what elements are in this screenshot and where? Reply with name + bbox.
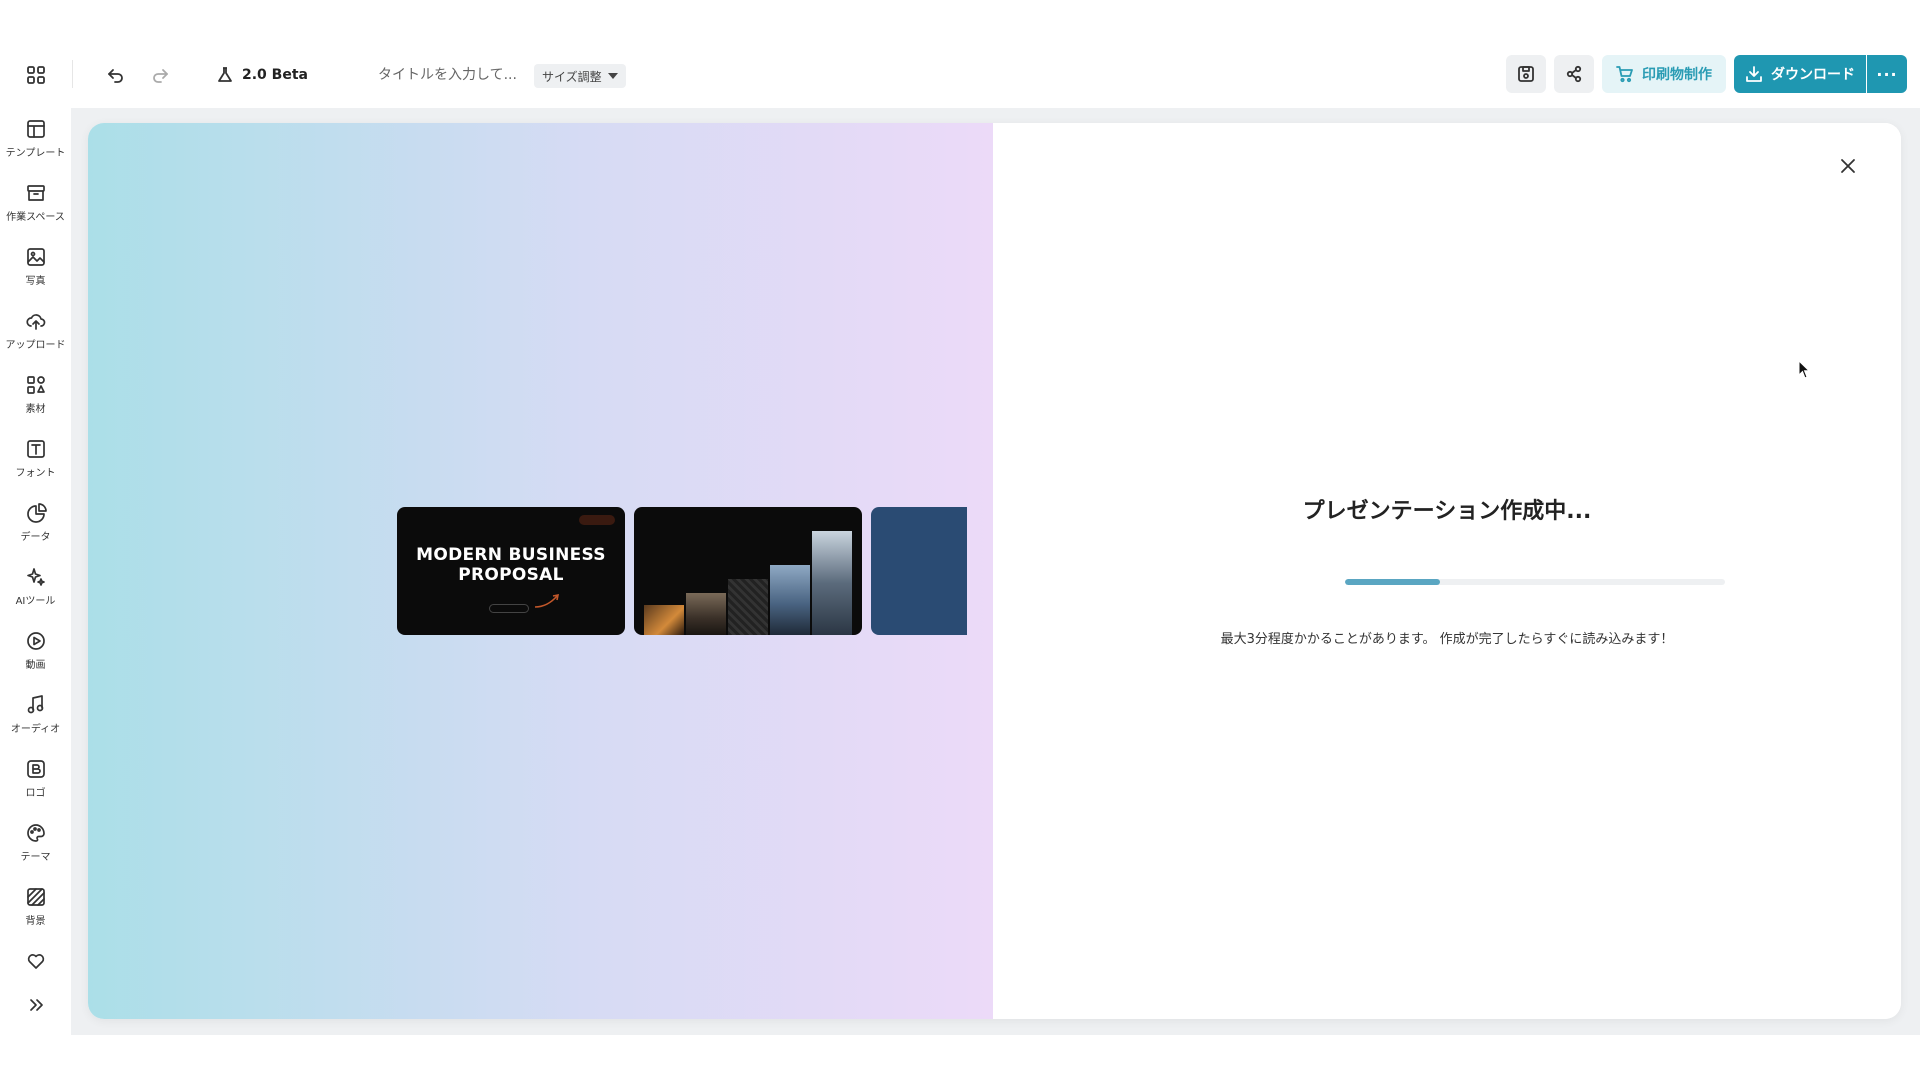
sidebar-item-font[interactable]: フォント	[0, 438, 71, 496]
redo-button[interactable]	[146, 61, 174, 89]
slide-title: MODERN BUSINESS PROPOSAL	[397, 545, 625, 585]
slide-thumbnail: MODERN BUSINESS PROPOSAL	[397, 507, 625, 635]
slide-thumbnail	[634, 507, 862, 635]
sidebar-item-audio[interactable]: オーディオ	[0, 694, 71, 752]
loading-title: プレゼンテーション作成中...	[1302, 499, 1592, 524]
workspace-icon	[26, 185, 45, 201]
sidebar-item-ai-tool[interactable]: AIツール	[0, 566, 71, 624]
sidebar-item-video[interactable]: 動画	[0, 630, 71, 688]
undo-button[interactable]	[102, 61, 130, 89]
upload-icon	[25, 314, 45, 330]
heart-icon	[27, 954, 44, 969]
ai-tool-icon	[26, 568, 45, 586]
video-icon	[26, 632, 45, 650]
apps-grid-icon	[27, 66, 45, 84]
photo-skyscraper	[812, 531, 852, 635]
sidebar-item-logo[interactable]: ロゴ	[0, 758, 71, 816]
logo-icon	[26, 760, 45, 778]
title-input[interactable]	[378, 63, 528, 87]
preview-panel: MODERN BUSINESS PROPOSAL	[88, 123, 993, 1019]
slide-title-line: PROPOSAL	[458, 565, 564, 585]
download-label: ダウンロード	[1771, 67, 1855, 83]
more-options-button[interactable]: ···	[1867, 55, 1907, 93]
sidebar-item-theme[interactable]: テーマ	[0, 822, 71, 880]
audio-icon	[27, 695, 43, 714]
generation-modal: MODERN BUSINESS PROPOSAL プレゼンテーション作成中...…	[88, 123, 1901, 1019]
mouse-cursor-icon	[1798, 360, 1811, 379]
app-root: 2.0 Beta サイズ調整 印刷物制作	[0, 0, 1920, 1080]
print-order-label: 印刷物制作	[1642, 67, 1712, 83]
theme-icon	[26, 824, 45, 842]
sidebar-item-workspace[interactable]: 作業スペース	[0, 182, 71, 240]
data-icon	[26, 503, 47, 523]
progress-panel: プレゼンテーション作成中... 最大3分程度かかることがあります。 作成が完了し…	[993, 123, 1901, 1019]
sidebar-item-elements[interactable]: 素材	[0, 374, 71, 432]
sidebar-item-photo[interactable]: 写真	[0, 246, 71, 304]
apps-grid-button[interactable]	[22, 61, 50, 89]
download-icon	[1746, 66, 1762, 82]
slide-thumbnail	[871, 507, 967, 635]
sidebar-item-upload[interactable]: アップロード	[0, 310, 71, 368]
share-icon	[1566, 65, 1582, 83]
photo-city	[686, 593, 726, 635]
photo-icon	[26, 248, 45, 266]
beta-label: 2.0 Beta	[242, 67, 308, 83]
cart-icon	[1616, 66, 1633, 83]
redo-icon	[153, 69, 168, 83]
share-button[interactable]	[1554, 55, 1594, 93]
sidebar-item-background[interactable]: 背景	[0, 886, 71, 944]
more-dots-icon: ···	[1876, 64, 1898, 84]
header-divider	[72, 60, 73, 88]
photo-sunset	[644, 605, 684, 635]
close-button[interactable]	[1833, 151, 1863, 181]
photo-towers	[770, 565, 810, 635]
top-toolbar: 2.0 Beta サイズ調整 印刷物制作	[0, 40, 1920, 108]
template-icon	[26, 120, 45, 138]
double-chevron-right-icon	[29, 999, 43, 1011]
save-icon	[1518, 66, 1534, 82]
sidebar-item-template[interactable]: テンプレート	[0, 118, 71, 176]
loading-note: 最大3分程度かかることがあります。 作成が完了したらすぐに読み込みます！	[1220, 632, 1674, 647]
thumbnail-badge	[579, 515, 615, 525]
sidebar-item-data[interactable]: データ	[0, 502, 71, 560]
resize-label: サイズ調整	[542, 69, 602, 84]
thumbnail-button-shape	[489, 604, 529, 613]
download-button[interactable]: ダウンロード	[1734, 55, 1866, 93]
resize-dropdown[interactable]: サイズ調整	[534, 64, 626, 88]
print-order-button[interactable]: 印刷物制作	[1602, 55, 1726, 93]
slide-thumbnail-strip: MODERN BUSINESS PROPOSAL	[397, 507, 967, 637]
slide-title-line: MODERN BUSINESS	[416, 545, 606, 565]
background-icon	[26, 888, 45, 906]
sidebar-expand-button[interactable]	[0, 994, 71, 1052]
elements-icon	[26, 376, 45, 394]
progress-bar-fill	[1345, 579, 1440, 585]
chevron-down-icon	[607, 73, 618, 79]
photo-pattern	[728, 579, 768, 635]
save-button[interactable]	[1506, 55, 1546, 93]
beta-badge[interactable]: 2.0 Beta	[216, 62, 308, 88]
left-sidebar: テンプレート 作業スペース 写真 アップロード 素材 フォント データ AIツー…	[0, 108, 71, 1035]
flask-icon	[218, 67, 232, 82]
close-icon	[1841, 159, 1855, 173]
undo-icon	[108, 69, 123, 83]
curved-arrow-icon	[534, 593, 560, 608]
font-icon	[26, 440, 45, 458]
progress-bar	[1345, 579, 1725, 585]
